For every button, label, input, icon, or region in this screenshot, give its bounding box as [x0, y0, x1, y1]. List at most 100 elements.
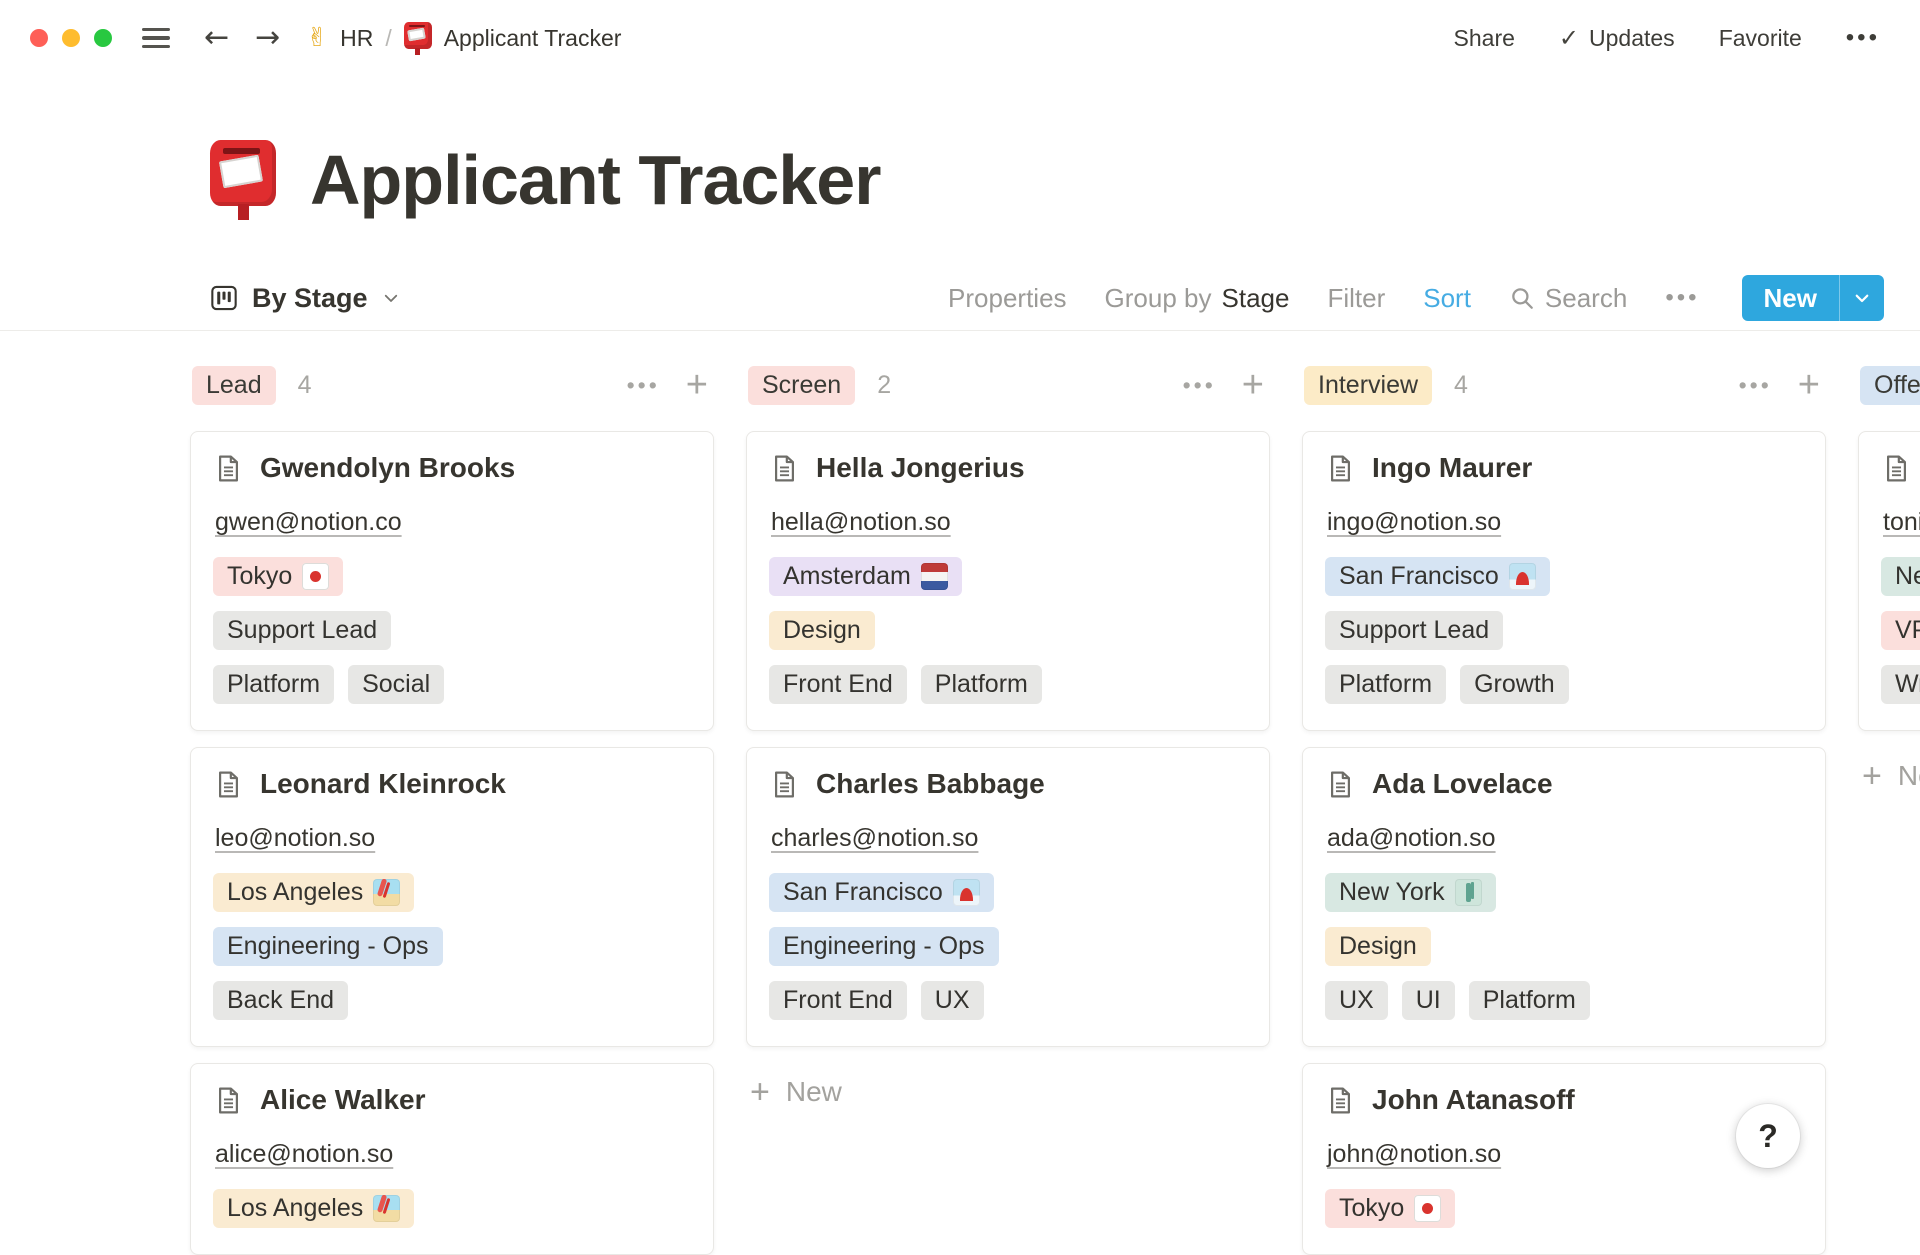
column-add-icon[interactable]: + — [686, 366, 708, 404]
tag-pill: Support Lead — [213, 611, 391, 650]
check-icon: ✓ — [1559, 24, 1579, 52]
column-options-icon[interactable]: ••• — [1739, 372, 1772, 399]
forward-arrow-icon[interactable]: → — [255, 23, 280, 53]
tag-row: Design — [769, 611, 1247, 650]
applicant-name: Gwendolyn Brooks — [260, 452, 515, 484]
card-title-row: Ingo Maurer — [1325, 452, 1803, 484]
card-title-row: Ada Lovelace — [1325, 768, 1803, 800]
email-link[interactable]: leo@notion.so — [215, 824, 375, 853]
applicant-name: Hella Jongerius — [816, 452, 1025, 484]
tag-row: San Francisco — [1325, 557, 1803, 596]
breadcrumb-divider: / — [385, 25, 391, 52]
page-postbox-icon[interactable] — [210, 140, 276, 220]
column-header: Interview 4 ••• + — [1302, 365, 1826, 405]
sidebar-menu-icon[interactable] — [142, 28, 170, 49]
applicant-card[interactable]: Charles Babbagecharles@notion.soSan Fran… — [746, 747, 1270, 1047]
tag-pill: New York — [1325, 873, 1496, 912]
tag-pill: Design — [1325, 927, 1431, 966]
column-cards: Ttoni@NewVPWrit — [1858, 431, 1920, 731]
add-card-button[interactable]: +New — [746, 1069, 1270, 1115]
tag-row: Platform Growth — [1325, 665, 1803, 704]
column-stage-pill[interactable]: Interview — [1304, 366, 1432, 405]
column-stage-pill[interactable]: Screen — [748, 366, 855, 405]
applicant-name: John Atanasoff — [1372, 1084, 1575, 1116]
group-by-button[interactable]: Group by Stage — [1105, 283, 1290, 314]
share-button[interactable]: Share — [1454, 25, 1515, 52]
sf-bridge-icon — [1509, 563, 1536, 590]
page-title[interactable]: Applicant Tracker — [310, 138, 880, 222]
properties-button[interactable]: Properties — [948, 283, 1067, 314]
la-beach-icon — [373, 879, 400, 906]
column-add-icon[interactable]: + — [1798, 366, 1820, 404]
column-options-icon[interactable]: ••• — [627, 372, 660, 399]
page-icon — [213, 769, 244, 800]
column-cards: Hella Jongeriushella@notion.soAmsterdamD… — [746, 431, 1270, 1047]
column-cards: Gwendolyn Brooksgwen@notion.coTokyoSuppo… — [190, 431, 714, 1255]
breadcrumb-workspace[interactable]: HR — [340, 25, 373, 52]
applicant-card[interactable]: Hella Jongeriushella@notion.soAmsterdamD… — [746, 431, 1270, 731]
add-card-label: New — [1898, 760, 1920, 792]
board-column-offer: Offer•••+Ttoni@NewVPWrit+New — [1858, 365, 1920, 799]
applicant-name: Ingo Maurer — [1372, 452, 1532, 484]
breadcrumb-page[interactable]: Applicant Tracker — [444, 25, 622, 52]
column-count: 4 — [1454, 371, 1468, 400]
column-add-icon[interactable]: + — [1242, 366, 1264, 404]
new-button[interactable]: New — [1742, 275, 1884, 321]
tag-pill: Platform — [1325, 665, 1446, 704]
email-link[interactable]: ingo@notion.so — [1327, 508, 1501, 537]
zoom-window-icon[interactable] — [94, 29, 112, 47]
applicant-name: Alice Walker — [260, 1084, 425, 1116]
search-button[interactable]: Search — [1509, 283, 1627, 314]
new-button-chevron-icon[interactable] — [1840, 275, 1884, 321]
tag-pill: Design — [769, 611, 875, 650]
tag-pill: Social — [348, 665, 444, 704]
email-link[interactable]: charles@notion.so — [771, 824, 978, 853]
page-icon — [1881, 453, 1912, 484]
tag-pill: Los Angeles — [213, 873, 414, 912]
email-link[interactable]: alice@notion.so — [215, 1140, 393, 1169]
sort-button[interactable]: Sort — [1423, 283, 1471, 314]
updates-button[interactable]: ✓ Updates — [1559, 24, 1675, 52]
email-link[interactable]: toni@ — [1883, 508, 1920, 537]
toolbar-more-icon[interactable]: ••• — [1665, 284, 1699, 312]
search-label: Search — [1545, 283, 1627, 314]
minimize-window-icon[interactable] — [62, 29, 80, 47]
plus-icon: + — [750, 1075, 770, 1109]
board-view-icon — [210, 284, 238, 312]
tag-row: New York — [1325, 873, 1803, 912]
applicant-name: Charles Babbage — [816, 768, 1045, 800]
email-link[interactable]: gwen@notion.co — [215, 508, 402, 537]
filter-button[interactable]: Filter — [1327, 283, 1385, 314]
help-button[interactable]: ? — [1736, 1104, 1800, 1168]
column-options-icon[interactable]: ••• — [1183, 372, 1216, 399]
column-stage-pill[interactable]: Lead — [192, 366, 276, 405]
applicant-card[interactable]: Leonard Kleinrockleo@notion.soLos Angele… — [190, 747, 714, 1047]
new-button-label: New — [1742, 275, 1839, 321]
email-link[interactable]: hella@notion.so — [771, 508, 951, 537]
applicant-card[interactable]: Ada Lovelaceada@notion.soNew YorkDesignU… — [1302, 747, 1826, 1047]
titlebar-actions: Share ✓ Updates Favorite ••• — [1454, 24, 1880, 52]
jp-flag-icon — [1414, 1195, 1441, 1222]
tag-row: Engineering - Ops — [769, 927, 1247, 966]
applicant-card[interactable]: Gwendolyn Brooksgwen@notion.coTokyoSuppo… — [190, 431, 714, 731]
applicant-card[interactable]: Alice Walkeralice@notion.soLos Angeles — [190, 1063, 714, 1255]
la-beach-icon — [373, 1195, 400, 1222]
email-link[interactable]: ada@notion.so — [1327, 824, 1496, 853]
applicant-card[interactable]: Ingo Maureringo@notion.soSan FranciscoSu… — [1302, 431, 1826, 731]
tag-pill: Growth — [1460, 665, 1569, 704]
applicant-card[interactable]: Ttoni@NewVPWrit — [1858, 431, 1920, 731]
plus-icon: + — [1862, 759, 1882, 793]
more-options-icon[interactable]: ••• — [1846, 24, 1880, 52]
back-arrow-icon[interactable]: ← — [204, 23, 229, 53]
tag-pill: Front End — [769, 981, 907, 1020]
column-stage-pill[interactable]: Offer — [1860, 366, 1920, 405]
tag-pill: Engineering - Ops — [213, 927, 443, 966]
close-window-icon[interactable] — [30, 29, 48, 47]
email-link[interactable]: john@notion.so — [1327, 1140, 1501, 1169]
card-title-row: John Atanasoff — [1325, 1084, 1803, 1116]
tag-pill: San Francisco — [1325, 557, 1550, 596]
tag-pill: VP — [1881, 611, 1920, 650]
favorite-button[interactable]: Favorite — [1719, 25, 1802, 52]
view-switcher[interactable]: By Stage — [210, 283, 400, 314]
add-card-button[interactable]: + New — [1858, 753, 1920, 799]
